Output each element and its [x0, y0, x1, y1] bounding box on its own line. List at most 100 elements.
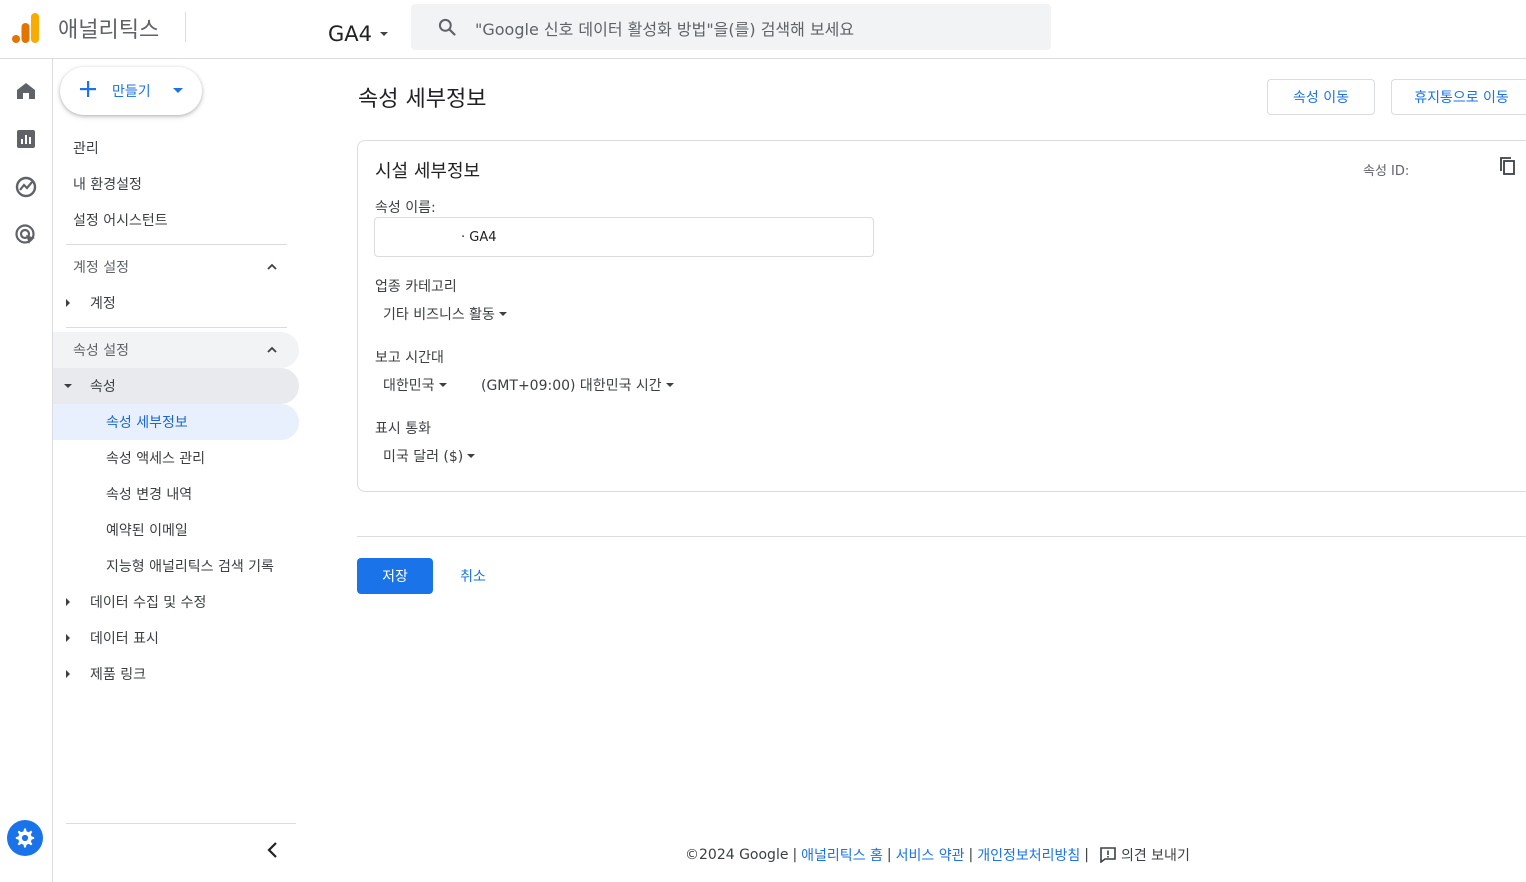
industry-category-label: 업종 카테고리: [375, 279, 457, 295]
nav-data-display[interactable]: 데이터 표시: [53, 620, 299, 656]
nav-property[interactable]: 속성: [53, 368, 299, 404]
top-app-bar: 애널리틱스 GA4 "Google 신호 데이터 활성화 방법"을(를) 검색해…: [0, 0, 1526, 59]
nav-my-preferences[interactable]: 내 환경설정: [53, 166, 299, 202]
collapse-arrow-icon: [64, 384, 72, 388]
currency-value: 미국 달러 ($): [383, 449, 464, 465]
form-divider: [357, 536, 1526, 537]
nav-account[interactable]: 계정: [53, 285, 299, 321]
card-title: 시설 세부정보: [375, 161, 481, 182]
copy-icon[interactable]: [1499, 157, 1517, 177]
admin-settings-button[interactable]: [7, 820, 43, 856]
expand-arrow-icon: [66, 598, 70, 606]
nav-admin[interactable]: 관리: [53, 130, 299, 166]
caret-down-icon: [467, 454, 476, 458]
timezone-value: (GMT+09:00) 대한민국 시간: [481, 378, 662, 394]
footer-separator: |: [1084, 847, 1089, 863]
caret-down-icon: [438, 383, 447, 387]
nav-property-label: 속성: [90, 379, 116, 395]
expand-arrow-icon: [66, 299, 70, 307]
nav-divider: [66, 327, 287, 328]
explore-icon[interactable]: [14, 175, 38, 199]
timezone-country-value: 대한민국: [383, 378, 435, 394]
property-name-label: 속성 이름:: [375, 200, 436, 216]
move-to-trash-button[interactable]: 휴지통으로 이동: [1391, 79, 1526, 115]
timezone-dropdown[interactable]: (GMT+09:00) 대한민국 시간: [481, 375, 674, 395]
nav-scheduled-emails-label: 예약된 이메일: [106, 523, 188, 539]
caret-down-icon: [665, 383, 674, 387]
nav-data-collection[interactable]: 데이터 수집 및 수정: [53, 584, 299, 620]
nav-divider: [66, 244, 287, 245]
move-property-button[interactable]: 속성 이동: [1267, 79, 1375, 115]
currency-dropdown[interactable]: 미국 달러 ($): [383, 446, 476, 466]
industry-category-dropdown[interactable]: 기타 비즈니스 활동: [383, 304, 507, 324]
save-button[interactable]: 저장: [357, 558, 433, 594]
industry-category-value: 기타 비즈니스 활동: [383, 307, 495, 323]
home-icon[interactable]: [14, 79, 38, 103]
nav-property-change-history[interactable]: 속성 변경 내역: [53, 476, 299, 512]
chevron-up-icon: [267, 263, 277, 270]
reporting-timezone-label: 보고 시간대: [375, 350, 444, 366]
nav-property-access[interactable]: 속성 액세스 관리: [53, 440, 299, 476]
footer: ©2024 Google | 애널리틱스 홈 | 서비스 약관 | 개인정보처리…: [685, 845, 1190, 865]
side-nav: 만들기 관리 내 환경설정 설정 어시스턴트 계정 설정 계정 속성 설정 속성…: [53, 59, 303, 882]
search-icon: [438, 18, 456, 36]
currency-label: 표시 통화: [375, 421, 431, 437]
property-picker[interactable]: GA4: [328, 22, 388, 46]
nav-my-preferences-label: 내 환경설정: [73, 177, 142, 193]
footer-copyright: ©2024 Google: [685, 847, 789, 863]
search-bar[interactable]: "Google 신호 데이터 활성화 방법"을(를) 검색해 보세요: [411, 4, 1051, 50]
expand-arrow-icon: [66, 670, 70, 678]
account-settings-label: 계정 설정: [73, 260, 129, 276]
nav-property-access-label: 속성 액세스 관리: [106, 451, 206, 467]
advertising-icon[interactable]: [14, 223, 38, 247]
nav-account-settings-header[interactable]: 계정 설정: [53, 249, 299, 285]
nav-divider: [66, 823, 296, 824]
nav-property-settings-header[interactable]: 속성 설정: [53, 332, 299, 368]
header-divider: [185, 12, 186, 42]
nav-data-collection-label: 데이터 수집 및 수정: [90, 595, 207, 611]
nav-analytics-search-history[interactable]: 지능형 애널리틱스 검색 기록: [53, 548, 299, 584]
nav-property-details-label: 속성 세부정보: [106, 415, 188, 431]
gear-icon: [15, 828, 35, 848]
chevron-up-icon: [267, 346, 277, 353]
footer-separator: |: [968, 847, 974, 863]
main-content: 속성 세부정보 속성 이동 휴지통으로 이동 시설 세부정보 속성 ID: 속성…: [303, 59, 1526, 882]
nav-account-label: 계정: [90, 296, 116, 312]
property-name-input[interactable]: · GA4: [374, 217, 874, 257]
timezone-country-dropdown[interactable]: 대한민국: [383, 375, 447, 395]
app-name: 애널리틱스: [58, 18, 160, 43]
nav-property-details[interactable]: 속성 세부정보: [53, 404, 299, 440]
nav-admin-label: 관리: [73, 141, 99, 157]
caret-down-icon: [173, 88, 183, 93]
nav-analytics-search-history-label: 지능형 애널리틱스 검색 기록: [106, 559, 274, 575]
reports-icon[interactable]: [14, 127, 38, 151]
caret-down-icon: [380, 32, 388, 36]
feedback-icon[interactable]: [1099, 847, 1117, 863]
caret-down-icon: [498, 312, 507, 316]
footer-terms-link[interactable]: 서비스 약관: [896, 845, 965, 865]
footer-separator: |: [792, 847, 798, 863]
footer-separator: |: [886, 847, 892, 863]
nav-scheduled-emails[interactable]: 예약된 이메일: [53, 512, 299, 548]
analytics-logo-icon[interactable]: [12, 13, 40, 43]
page-title: 속성 세부정보: [358, 87, 487, 112]
nav-property-change-history-label: 속성 변경 내역: [106, 487, 193, 503]
nav-data-display-label: 데이터 표시: [90, 631, 159, 647]
property-picker-label: GA4: [328, 22, 372, 46]
create-button-label: 만들기: [112, 84, 151, 100]
nav-product-links[interactable]: 제품 링크: [53, 656, 299, 692]
nav-setup-assistant-label: 설정 어시스턴트: [73, 213, 168, 229]
chevron-left-icon[interactable]: [263, 839, 283, 861]
footer-feedback-link[interactable]: 의견 보내기: [1121, 845, 1190, 865]
property-id-label: 속성 ID:: [1363, 164, 1410, 179]
plus-icon: [80, 81, 96, 97]
property-details-card: 시설 세부정보 속성 ID: 속성 이름: · GA4 업종 카테고리 기타 비…: [357, 140, 1526, 492]
create-button[interactable]: 만들기: [60, 67, 202, 115]
cancel-button[interactable]: 취소: [453, 558, 493, 594]
footer-privacy-link[interactable]: 개인정보처리방침: [977, 845, 1080, 865]
nav-setup-assistant[interactable]: 설정 어시스턴트: [53, 202, 299, 238]
footer-analytics-home-link[interactable]: 애널리틱스 홈: [801, 845, 883, 865]
expand-arrow-icon: [66, 634, 70, 642]
search-placeholder: "Google 신호 데이터 활성화 방법"을(를) 검색해 보세요: [475, 20, 855, 39]
property-settings-label: 속성 설정: [73, 343, 129, 359]
